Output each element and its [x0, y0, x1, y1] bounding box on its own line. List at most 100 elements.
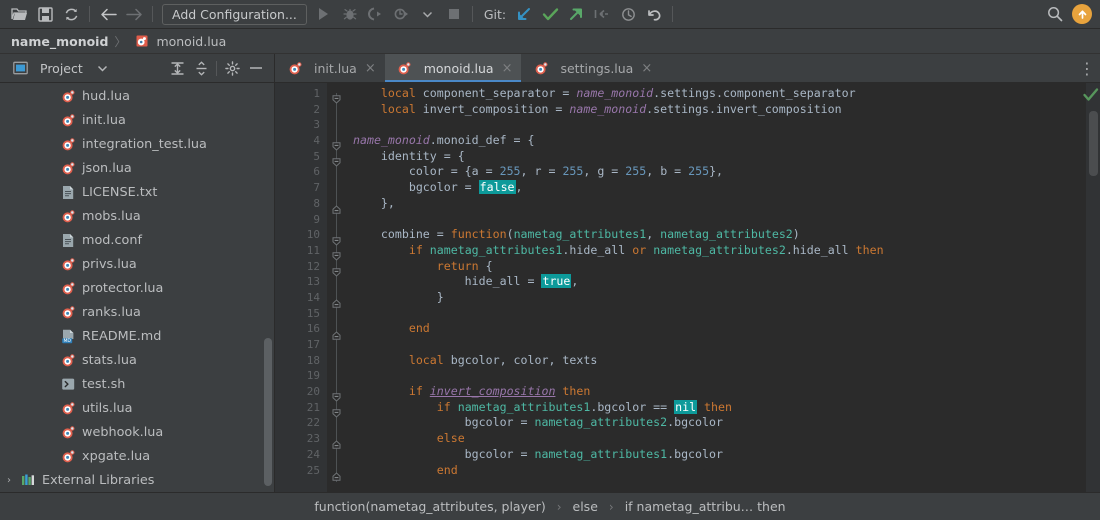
- code-line[interactable]: }: [345, 290, 1100, 306]
- code-line[interactable]: bgcolor = nametag_attributes2.bgcolor: [345, 415, 1100, 431]
- tree-item-license-txt[interactable]: LICENSE.txt: [0, 180, 274, 204]
- code-line[interactable]: if invert_composition then: [345, 384, 1100, 400]
- code-line[interactable]: },: [345, 196, 1100, 212]
- close-icon[interactable]: ×: [365, 61, 376, 76]
- breadcrumb-project[interactable]: name_monoid: [11, 34, 108, 49]
- code-line[interactable]: end: [345, 321, 1100, 337]
- git-push-icon[interactable]: [563, 3, 589, 26]
- code-line[interactable]: else: [345, 431, 1100, 447]
- fold-end-icon[interactable]: [332, 434, 341, 450]
- fold-marker[interactable]: [327, 86, 345, 105]
- sidebar-scrollbar[interactable]: [264, 338, 272, 486]
- fold-collapse-icon[interactable]: [332, 246, 341, 261]
- breadcrumb-file[interactable]: monoid.lua: [132, 31, 226, 51]
- code-editor[interactable]: 1 2 3 4 5 6 7 8 9 10 11 12 13 14 15 16 17 18 19 20 21 22 23 24 2…: [275, 83, 1100, 492]
- tree-item-webhook-lua[interactable]: webhook.lua: [0, 420, 274, 444]
- status-breadcrumb-item[interactable]: else: [573, 499, 598, 514]
- fold-marker[interactable]: [327, 431, 345, 450]
- code-line[interactable]: return {: [345, 259, 1100, 275]
- fold-end-icon[interactable]: [332, 325, 341, 340]
- project-tree[interactable]: hud.lua init.lua integration_test.lua json.…: [0, 83, 274, 492]
- code-line[interactable]: if nametag_attributes1.bgcolor == nil th…: [345, 399, 1100, 416]
- code-line[interactable]: local invert_composition = name_monoid.s…: [345, 102, 1100, 118]
- git-rollback-icon[interactable]: [641, 3, 667, 26]
- tree-item-external-libraries[interactable]: › External Libraries: [0, 468, 274, 492]
- search-icon[interactable]: [1042, 3, 1068, 26]
- status-breadcrumb-item[interactable]: if nametag_attribu… then: [625, 499, 786, 514]
- fold-collapse-icon[interactable]: [332, 262, 341, 277]
- fold-marker[interactable]: [327, 321, 345, 340]
- sync-icon[interactable]: [58, 3, 84, 26]
- code-line[interactable]: hide_all = true,: [345, 274, 1100, 290]
- code-line[interactable]: local bgcolor, color, texts: [345, 353, 1100, 369]
- fold-end-icon[interactable]: [332, 293, 341, 308]
- collapse-all-icon[interactable]: [189, 57, 213, 79]
- code-line[interactable]: bgcolor = nametag_attributes1.bgcolor: [345, 447, 1100, 463]
- tree-item-utils-lua[interactable]: utils.lua: [0, 396, 274, 420]
- code-line[interactable]: bgcolor = false,: [345, 180, 1100, 196]
- tree-item-test-sh[interactable]: test.sh: [0, 372, 274, 396]
- tree-item-readme-md[interactable]: MD README.md: [0, 324, 274, 348]
- code-folding-gutter[interactable]: [327, 83, 345, 492]
- fold-marker[interactable]: [327, 227, 345, 246]
- fold-collapse-icon[interactable]: [332, 136, 341, 152]
- run-icon[interactable]: [311, 3, 337, 26]
- fold-collapse-icon[interactable]: [332, 231, 341, 246]
- open-folder-icon[interactable]: [6, 3, 32, 26]
- tree-item-mod-conf[interactable]: mod.conf: [0, 228, 274, 252]
- code-line[interactable]: [345, 212, 1100, 228]
- run-configuration-selector[interactable]: Add Configuration...: [162, 3, 307, 25]
- chevron-down-icon[interactable]: [91, 57, 115, 79]
- status-breadcrumb[interactable]: function(nametag_attributes, player) › els…: [314, 499, 785, 514]
- editor-tab-init-lua[interactable]: init.lua ×: [275, 54, 385, 82]
- forward-icon[interactable]: [121, 3, 147, 26]
- code-line[interactable]: [345, 306, 1100, 322]
- fold-marker[interactable]: [327, 290, 345, 308]
- code-line[interactable]: end: [345, 463, 1100, 479]
- update-badge-icon[interactable]: [1072, 4, 1092, 24]
- tree-item-integration-test-lua[interactable]: integration_test.lua: [0, 132, 274, 156]
- fold-collapse-icon[interactable]: [332, 89, 341, 105]
- fold-collapse-icon[interactable]: [332, 152, 341, 167]
- git-commit-icon[interactable]: [537, 3, 563, 26]
- code-line[interactable]: name_monoid.monoid_def = {: [345, 133, 1100, 149]
- status-breadcrumb-item[interactable]: function(nametag_attributes, player): [314, 499, 545, 514]
- fold-collapse-icon[interactable]: [332, 387, 341, 403]
- hide-panel-icon[interactable]: [244, 57, 268, 79]
- code-line[interactable]: local component_separator = name_monoid.…: [345, 86, 1100, 102]
- expand-all-icon[interactable]: [165, 57, 189, 79]
- fold-end-icon[interactable]: [332, 466, 341, 481]
- tree-item-privs-lua[interactable]: privs.lua: [0, 252, 274, 276]
- gear-icon[interactable]: [220, 57, 244, 79]
- tree-item-hud-lua[interactable]: hud.lua: [0, 84, 274, 108]
- code-line[interactable]: color = {a = 255, r = 255, g = 255, b = …: [345, 164, 1100, 180]
- tree-item-ranks-lua[interactable]: ranks.lua: [0, 300, 274, 324]
- code-line[interactable]: [345, 368, 1100, 384]
- editor-tab-settings-lua[interactable]: settings.lua ×: [521, 54, 661, 82]
- tab-options-icon[interactable]: ⋮: [1074, 54, 1100, 82]
- code-content[interactable]: local component_separator = name_monoid.…: [345, 83, 1100, 492]
- tree-item-stats-lua[interactable]: stats.lua: [0, 348, 274, 372]
- save-all-icon[interactable]: [32, 3, 58, 26]
- git-merge-icon[interactable]: [589, 3, 615, 26]
- profile-icon[interactable]: [389, 3, 415, 26]
- tree-item-init-lua[interactable]: init.lua: [0, 108, 274, 132]
- fold-marker[interactable]: [327, 463, 345, 481]
- code-line[interactable]: if nametag_attributes1.hide_all or namet…: [345, 243, 1100, 259]
- chevron-down-icon[interactable]: [415, 3, 441, 26]
- tree-item-protector-lua[interactable]: protector.lua: [0, 276, 274, 300]
- close-icon[interactable]: ×: [502, 61, 513, 76]
- tree-item-json-lua[interactable]: json.lua: [0, 156, 274, 180]
- code-line[interactable]: identity = {: [345, 149, 1100, 165]
- code-line[interactable]: [345, 117, 1100, 133]
- fold-marker[interactable]: [327, 133, 345, 152]
- code-line[interactable]: combine = function(nametag_attributes1, …: [345, 227, 1100, 243]
- fold-marker[interactable]: [327, 384, 345, 403]
- editor-scrollbar[interactable]: [1089, 111, 1098, 176]
- close-icon[interactable]: ×: [641, 61, 652, 76]
- chevron-right-icon[interactable]: ›: [0, 475, 18, 486]
- debug-icon[interactable]: [337, 3, 363, 26]
- git-history-icon[interactable]: [615, 3, 641, 26]
- tree-item-mobs-lua[interactable]: mobs.lua: [0, 204, 274, 228]
- run-coverage-icon[interactable]: [363, 3, 389, 26]
